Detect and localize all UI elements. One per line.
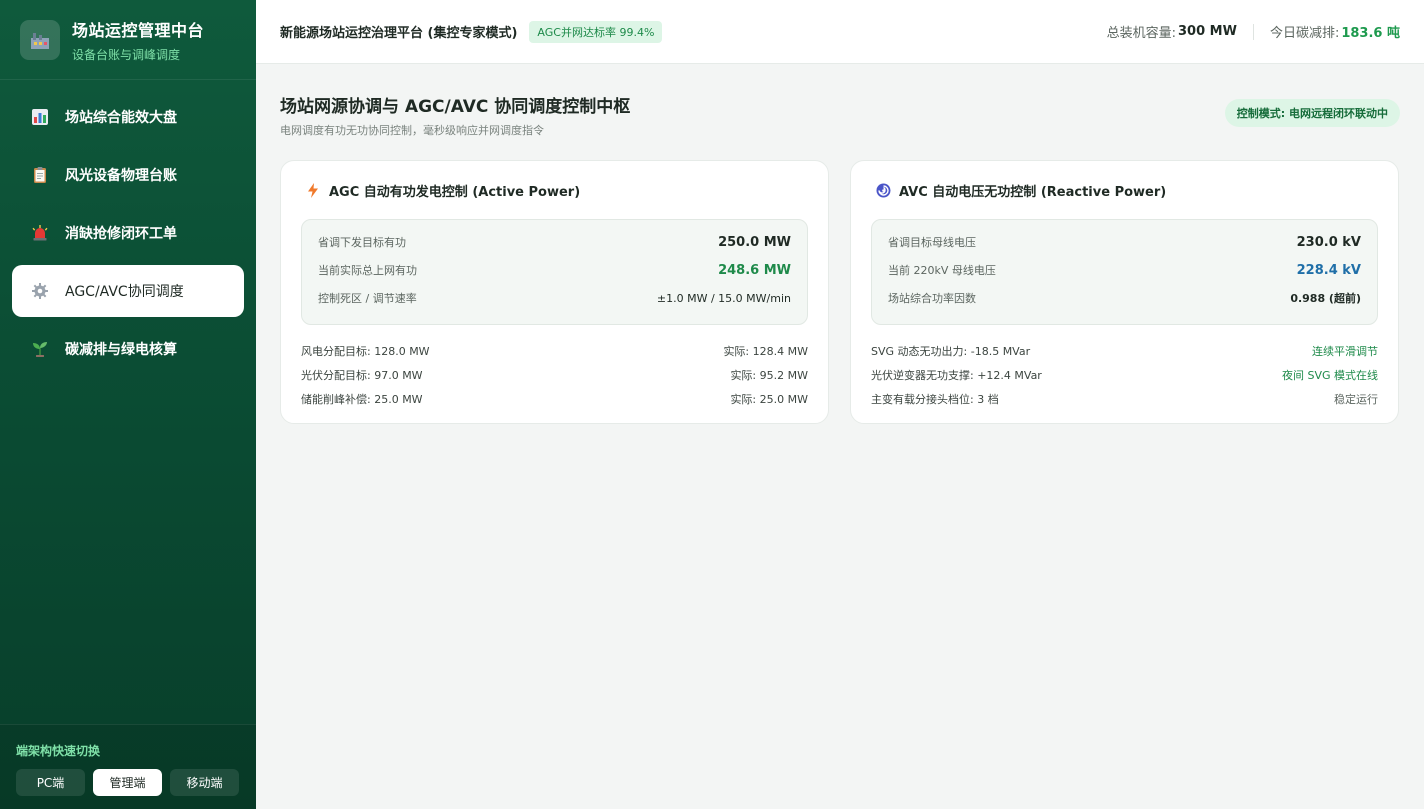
bar-chart-icon: [30, 107, 50, 127]
page-header: 场站网源协调与 AGC/AVC 协同调度控制中枢 电网调度有功无功协同控制，毫秒…: [280, 64, 1400, 160]
metric-value: 230.0 kV: [1296, 234, 1361, 250]
allocation-actual: 实际: 25.0 MW: [730, 393, 808, 406]
agc-card-header: AGC 自动有功发电控制 (Active Power): [301, 161, 808, 219]
list-item: 光伏逆变器无功支撑: +12.4 MVar 夜间 SVG 模式在线: [871, 363, 1378, 387]
header-title: 新能源场站运控治理平台 (集控专家模式): [280, 26, 518, 41]
metric-value: ±1.0 MW / 15.0 MW/min: [656, 291, 791, 305]
status-detail: SVG 动态无功出力: -18.5 MVar: [871, 345, 1031, 358]
allocation-target: 风电分配目标: 128.0 MW: [301, 345, 430, 358]
carbon-value: 183.6 吨: [1341, 26, 1400, 41]
sidebar-item-carbon[interactable]: 碳减排与绿电核算: [12, 323, 244, 375]
sidebar-item-ledger[interactable]: 风光设备物理台账: [12, 149, 244, 201]
metric-value: 0.988 (超前): [1290, 292, 1361, 305]
switch-title: 端架构快速切换: [16, 744, 101, 758]
clipboard-icon: [30, 165, 50, 185]
avc-status-list: SVG 动态无功出力: -18.5 MVar 连续平滑调节 光伏逆变器无功支撑:…: [871, 339, 1378, 411]
gear-icon: [30, 281, 50, 301]
sidebar-item-label: AGC/AVC协同调度: [65, 284, 184, 300]
avc-card-header: AVC 自动电压无功控制 (Reactive Power): [871, 161, 1378, 219]
metric-value: 228.4 kV: [1296, 262, 1361, 278]
siren-icon: [30, 223, 50, 243]
brand: 场站运控管理中台 设备台账与调峰调度: [0, 0, 256, 80]
metric-row: 场站综合功率因数 0.988 (超前): [888, 284, 1361, 312]
switch-buttons: PC端 管理端 移动端: [16, 769, 240, 796]
sidebar: 场站运控管理中台 设备台账与调峰调度 场站综合能效大盘 风光设备物理台账 消缺抢…: [0, 0, 256, 809]
agc-card: AGC 自动有功发电控制 (Active Power) 省调下发目标有功 250…: [280, 160, 829, 424]
lightning-icon: [305, 182, 321, 198]
list-item: 光伏分配目标: 97.0 MW 实际: 95.2 MW: [301, 363, 808, 387]
allocation-actual: 实际: 128.4 MW: [723, 345, 808, 358]
agc-card-title: AGC 自动有功发电控制 (Active Power): [329, 184, 581, 200]
capacity-value: 300 MW: [1178, 24, 1237, 39]
sidebar-item-dashboard[interactable]: 场站综合能效大盘: [12, 91, 244, 143]
agc-metrics: 省调下发目标有功 250.0 MW 当前实际总上网有功 248.6 MW 控制死…: [301, 219, 808, 325]
status-text: 稳定运行: [1334, 393, 1378, 406]
architecture-switch: 端架构快速切换 PC端 管理端 移动端: [0, 724, 256, 809]
page-title: 场站网源协调与 AGC/AVC 协同调度控制中枢: [280, 97, 631, 117]
capacity-label: 总装机容量:: [1106, 26, 1176, 41]
avc-metrics: 省调目标母线电压 230.0 kV 当前 220kV 母线电压 228.4 kV…: [871, 219, 1378, 325]
seedling-icon: [30, 339, 50, 359]
status-text: 连续平滑调节: [1312, 345, 1378, 358]
metric-row: 当前实际总上网有功 248.6 MW: [318, 256, 791, 284]
metric-value: 250.0 MW: [718, 234, 791, 250]
metric-label: 场站综合功率因数: [888, 292, 976, 305]
allocation-target: 储能削峰补偿: 25.0 MW: [301, 393, 423, 406]
status-detail: 光伏逆变器无功支撑: +12.4 MVar: [871, 369, 1042, 382]
status-detail: 主变有载分接头档位: 3 档: [871, 393, 999, 406]
list-item: 储能削峰补偿: 25.0 MW 实际: 25.0 MW: [301, 387, 808, 411]
metric-label: 省调下发目标有功: [318, 236, 406, 249]
sidebar-item-label: 消缺抢修闭环工单: [65, 226, 177, 242]
sidebar-item-label: 场站综合能效大盘: [65, 110, 177, 126]
avc-card-title: AVC 自动电压无功控制 (Reactive Power): [899, 184, 1167, 200]
switch-pc-button[interactable]: PC端: [16, 769, 85, 796]
status-text: 夜间 SVG 模式在线: [1281, 369, 1378, 382]
agc-compliance-badge: AGC并网达标率 99.4%: [529, 20, 663, 43]
factory-icon: [20, 19, 60, 60]
sidebar-item-workorder[interactable]: 消缺抢修闭环工单: [12, 207, 244, 259]
metric-label: 省调目标母线电压: [888, 236, 976, 249]
allocation-actual: 实际: 95.2 MW: [730, 369, 808, 382]
brand-title: 场站运控管理中台: [72, 20, 205, 40]
brand-subtitle: 设备台账与调峰调度: [72, 47, 181, 62]
header-stats: 总装机容量: 300 MW 今日碳减排: 183.6 吨: [1107, 22, 1400, 41]
metric-label: 当前实际总上网有功: [318, 264, 417, 277]
agc-allocation-list: 风电分配目标: 128.0 MW 实际: 128.4 MW 光伏分配目标: 97…: [301, 339, 808, 411]
switch-mobile-button[interactable]: 移动端: [170, 769, 239, 796]
top-header: 新能源场站运控治理平台 (集控专家模式) AGC并网达标率 99.4% 总装机容…: [256, 0, 1424, 64]
cyclone-icon: [875, 182, 891, 198]
metric-row: 省调下发目标有功 250.0 MW: [318, 228, 791, 256]
metric-row: 当前 220kV 母线电压 228.4 kV: [888, 256, 1361, 284]
main-content: 场站网源协调与 AGC/AVC 协同调度控制中枢 电网调度有功无功协同控制，毫秒…: [280, 64, 1400, 424]
switch-admin-button[interactable]: 管理端: [93, 769, 162, 796]
metric-label: 当前 220kV 母线电压: [888, 264, 996, 277]
avc-card: AVC 自动电压无功控制 (Reactive Power) 省调目标母线电压 2…: [850, 160, 1399, 424]
page-subtitle: 电网调度有功无功协同控制，毫秒级响应并网调度指令: [280, 124, 544, 137]
sidebar-item-label: 风光设备物理台账: [65, 168, 177, 184]
metric-row: 省调目标母线电压 230.0 kV: [888, 228, 1361, 256]
control-cards: AGC 自动有功发电控制 (Active Power) 省调下发目标有功 250…: [280, 160, 1400, 424]
carbon-label: 今日碳减排:: [1269, 26, 1340, 41]
metric-label: 控制死区 / 调节速率: [318, 292, 417, 305]
metric-value: 248.6 MW: [718, 262, 791, 278]
sidebar-nav: 场站综合能效大盘 风光设备物理台账 消缺抢修闭环工单 AGC/AVC协同调度 碳…: [0, 80, 256, 392]
sidebar-item-agc-avc[interactable]: AGC/AVC协同调度: [12, 265, 244, 317]
list-item: 风电分配目标: 128.0 MW 实际: 128.4 MW: [301, 339, 808, 363]
allocation-target: 光伏分配目标: 97.0 MW: [301, 369, 423, 382]
control-mode-badge: 控制模式: 电网远程闭环联动中: [1224, 99, 1400, 127]
list-item: SVG 动态无功出力: -18.5 MVar 连续平滑调节: [871, 339, 1378, 363]
header-divider: [1252, 23, 1254, 40]
sidebar-item-label: 碳减排与绿电核算: [65, 342, 177, 358]
list-item: 主变有载分接头档位: 3 档 稳定运行: [871, 387, 1378, 411]
metric-row: 控制死区 / 调节速率 ±1.0 MW / 15.0 MW/min: [318, 284, 791, 312]
